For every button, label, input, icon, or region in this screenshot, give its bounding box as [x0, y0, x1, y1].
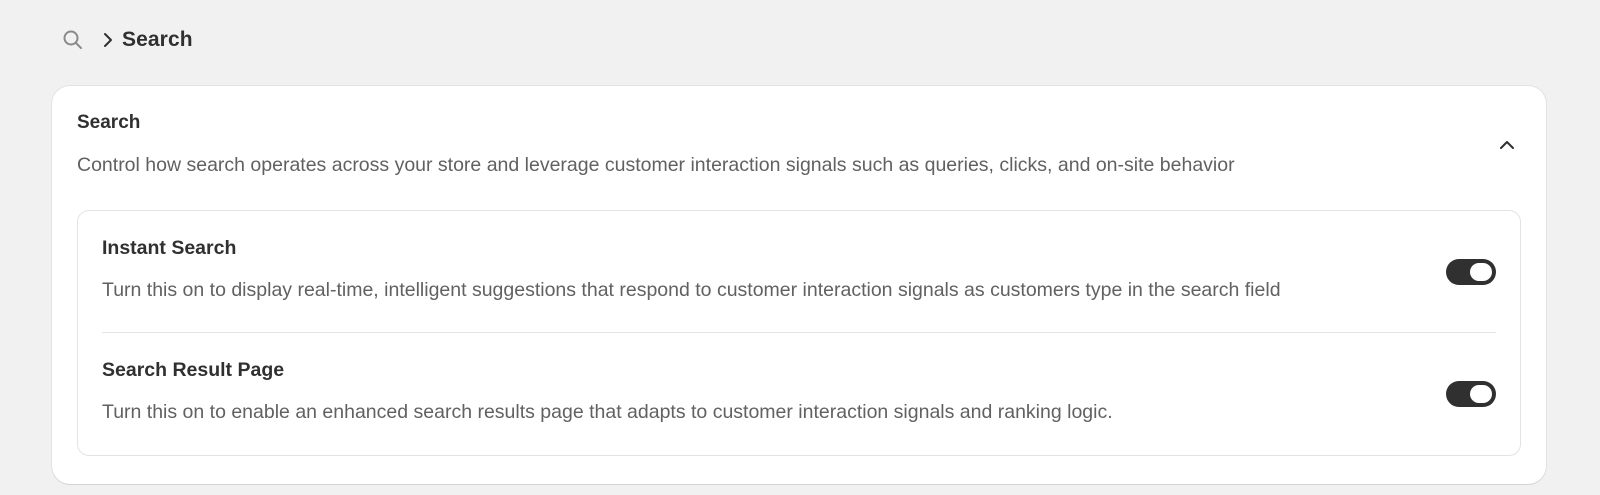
divider: [102, 332, 1496, 333]
instant-search-toggle[interactable]: [1446, 259, 1496, 285]
settings-list: Instant Search Turn this on to display r…: [77, 210, 1521, 456]
card-title: Search: [77, 112, 141, 133]
setting-description: Turn this on to enable an enhanced searc…: [102, 401, 1113, 423]
toggle-knob: [1470, 263, 1492, 281]
setting-description: Turn this on to display real-time, intel…: [102, 279, 1281, 301]
search-settings-card: Search Control how search operates acros…: [52, 86, 1546, 484]
setting-title: Instant Search: [102, 237, 237, 259]
collapse-button[interactable]: [1494, 132, 1520, 158]
search-icon[interactable]: [60, 27, 86, 53]
breadcrumb: Search: [60, 22, 193, 58]
setting-instant-search: Instant Search Turn this on to display r…: [102, 237, 1496, 333]
chevron-up-icon: [1498, 139, 1516, 151]
setting-search-result-page: Search Result Page Turn this on to enabl…: [102, 359, 1496, 455]
chevron-right-icon: [98, 30, 118, 50]
page-title: Search: [122, 28, 193, 51]
toggle-knob: [1470, 385, 1492, 403]
setting-title: Search Result Page: [102, 359, 285, 381]
search-result-page-toggle[interactable]: [1446, 381, 1496, 407]
card-description: Control how search operates across your …: [77, 154, 1235, 176]
